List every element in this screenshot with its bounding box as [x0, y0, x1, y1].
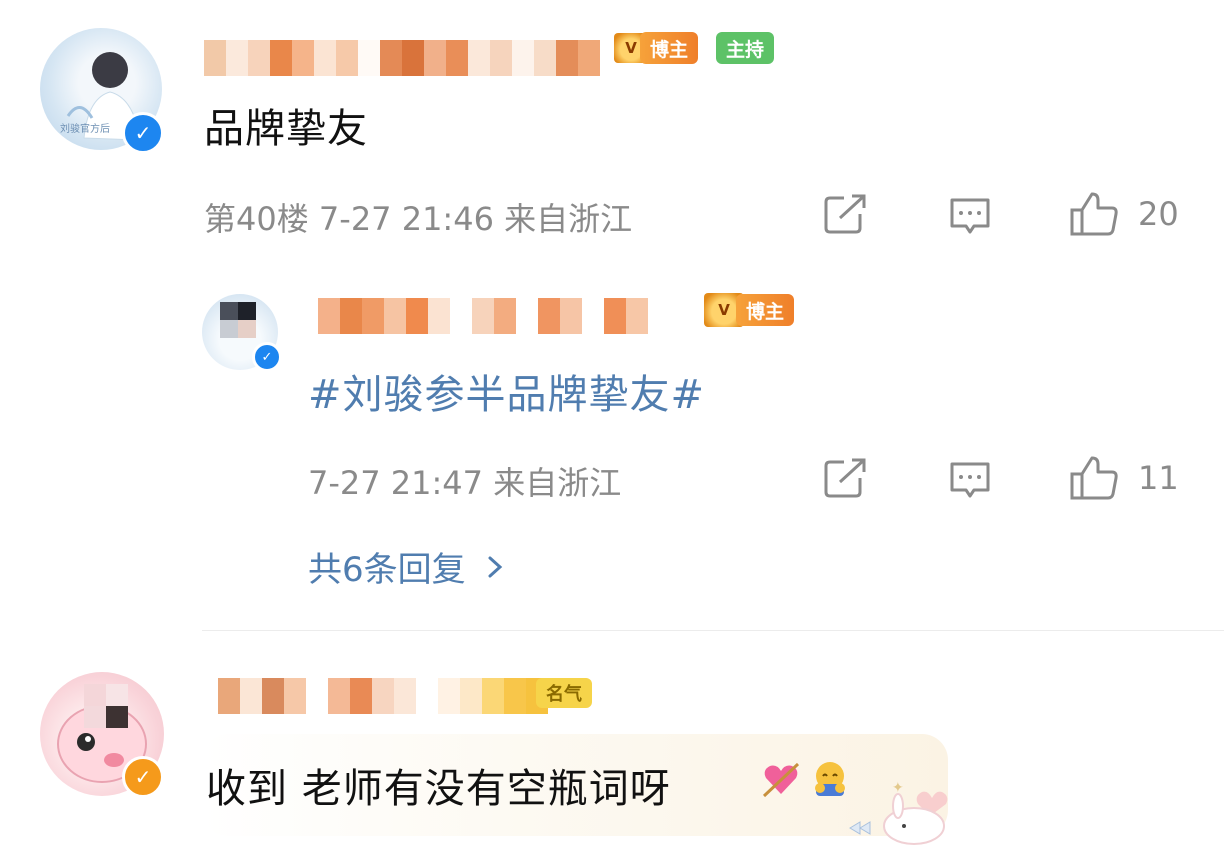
share-icon	[824, 458, 866, 498]
tag-blogger: 博主	[640, 32, 699, 64]
chevron-right-icon	[488, 556, 502, 577]
share-button[interactable]	[822, 192, 870, 236]
tag-popularity: 名气	[536, 678, 592, 708]
like-count: 20	[1138, 195, 1179, 233]
timestamp: 7-27 21:46	[318, 200, 494, 238]
share-icon	[824, 194, 866, 234]
hashtag-link[interactable]: #刘骏参半品牌挚友#	[308, 362, 705, 420]
username-blurred[interactable]	[218, 678, 548, 714]
verified-badge-icon: ✓	[252, 342, 282, 372]
timestamp: 7-27 21:47	[308, 464, 484, 502]
like-count: 11	[1138, 459, 1179, 497]
like-button[interactable]: 20	[1068, 190, 1179, 238]
comment-button[interactable]	[946, 194, 994, 238]
svg-text:刘骏官方后: 刘骏官方后	[60, 122, 110, 135]
bunny-decoration-icon: ✦	[838, 776, 972, 854]
verified-badge-icon: ✓	[122, 756, 164, 798]
location: 来自浙江	[493, 464, 622, 502]
divider	[202, 630, 1224, 631]
comment-button[interactable]	[946, 458, 994, 502]
comment-text: 收到 老师有没有空瓶词呀	[206, 766, 671, 812]
tag-blogger: 博主	[736, 294, 795, 326]
tag-host: 主持	[716, 32, 775, 64]
comment-text: 品牌挚友	[204, 106, 368, 152]
thumbs-up-icon	[1070, 456, 1118, 500]
more-replies-label: 共6条回复	[308, 550, 466, 590]
comment-meta: 第40楼 7-27 21:46 来自浙江	[204, 194, 632, 240]
svg-text:✦: ✦	[892, 780, 904, 796]
username-blurred[interactable]	[204, 40, 600, 76]
reply-meta: 7-27 21:47 来自浙江	[308, 458, 621, 504]
more-replies-link[interactable]: 共6条回复	[308, 542, 510, 591]
thumbs-up-icon	[1070, 192, 1118, 236]
comment-icon	[950, 198, 990, 234]
heart-arrow-emoji	[762, 762, 800, 798]
share-button[interactable]	[822, 456, 870, 500]
like-button[interactable]: 11	[1068, 454, 1179, 502]
verified-badge-icon: ✓	[122, 112, 164, 154]
reply-username-blurred[interactable]	[318, 298, 648, 334]
location: 来自浙江	[504, 200, 633, 238]
floor-label: 第40楼	[204, 200, 309, 238]
comment-icon	[950, 462, 990, 498]
